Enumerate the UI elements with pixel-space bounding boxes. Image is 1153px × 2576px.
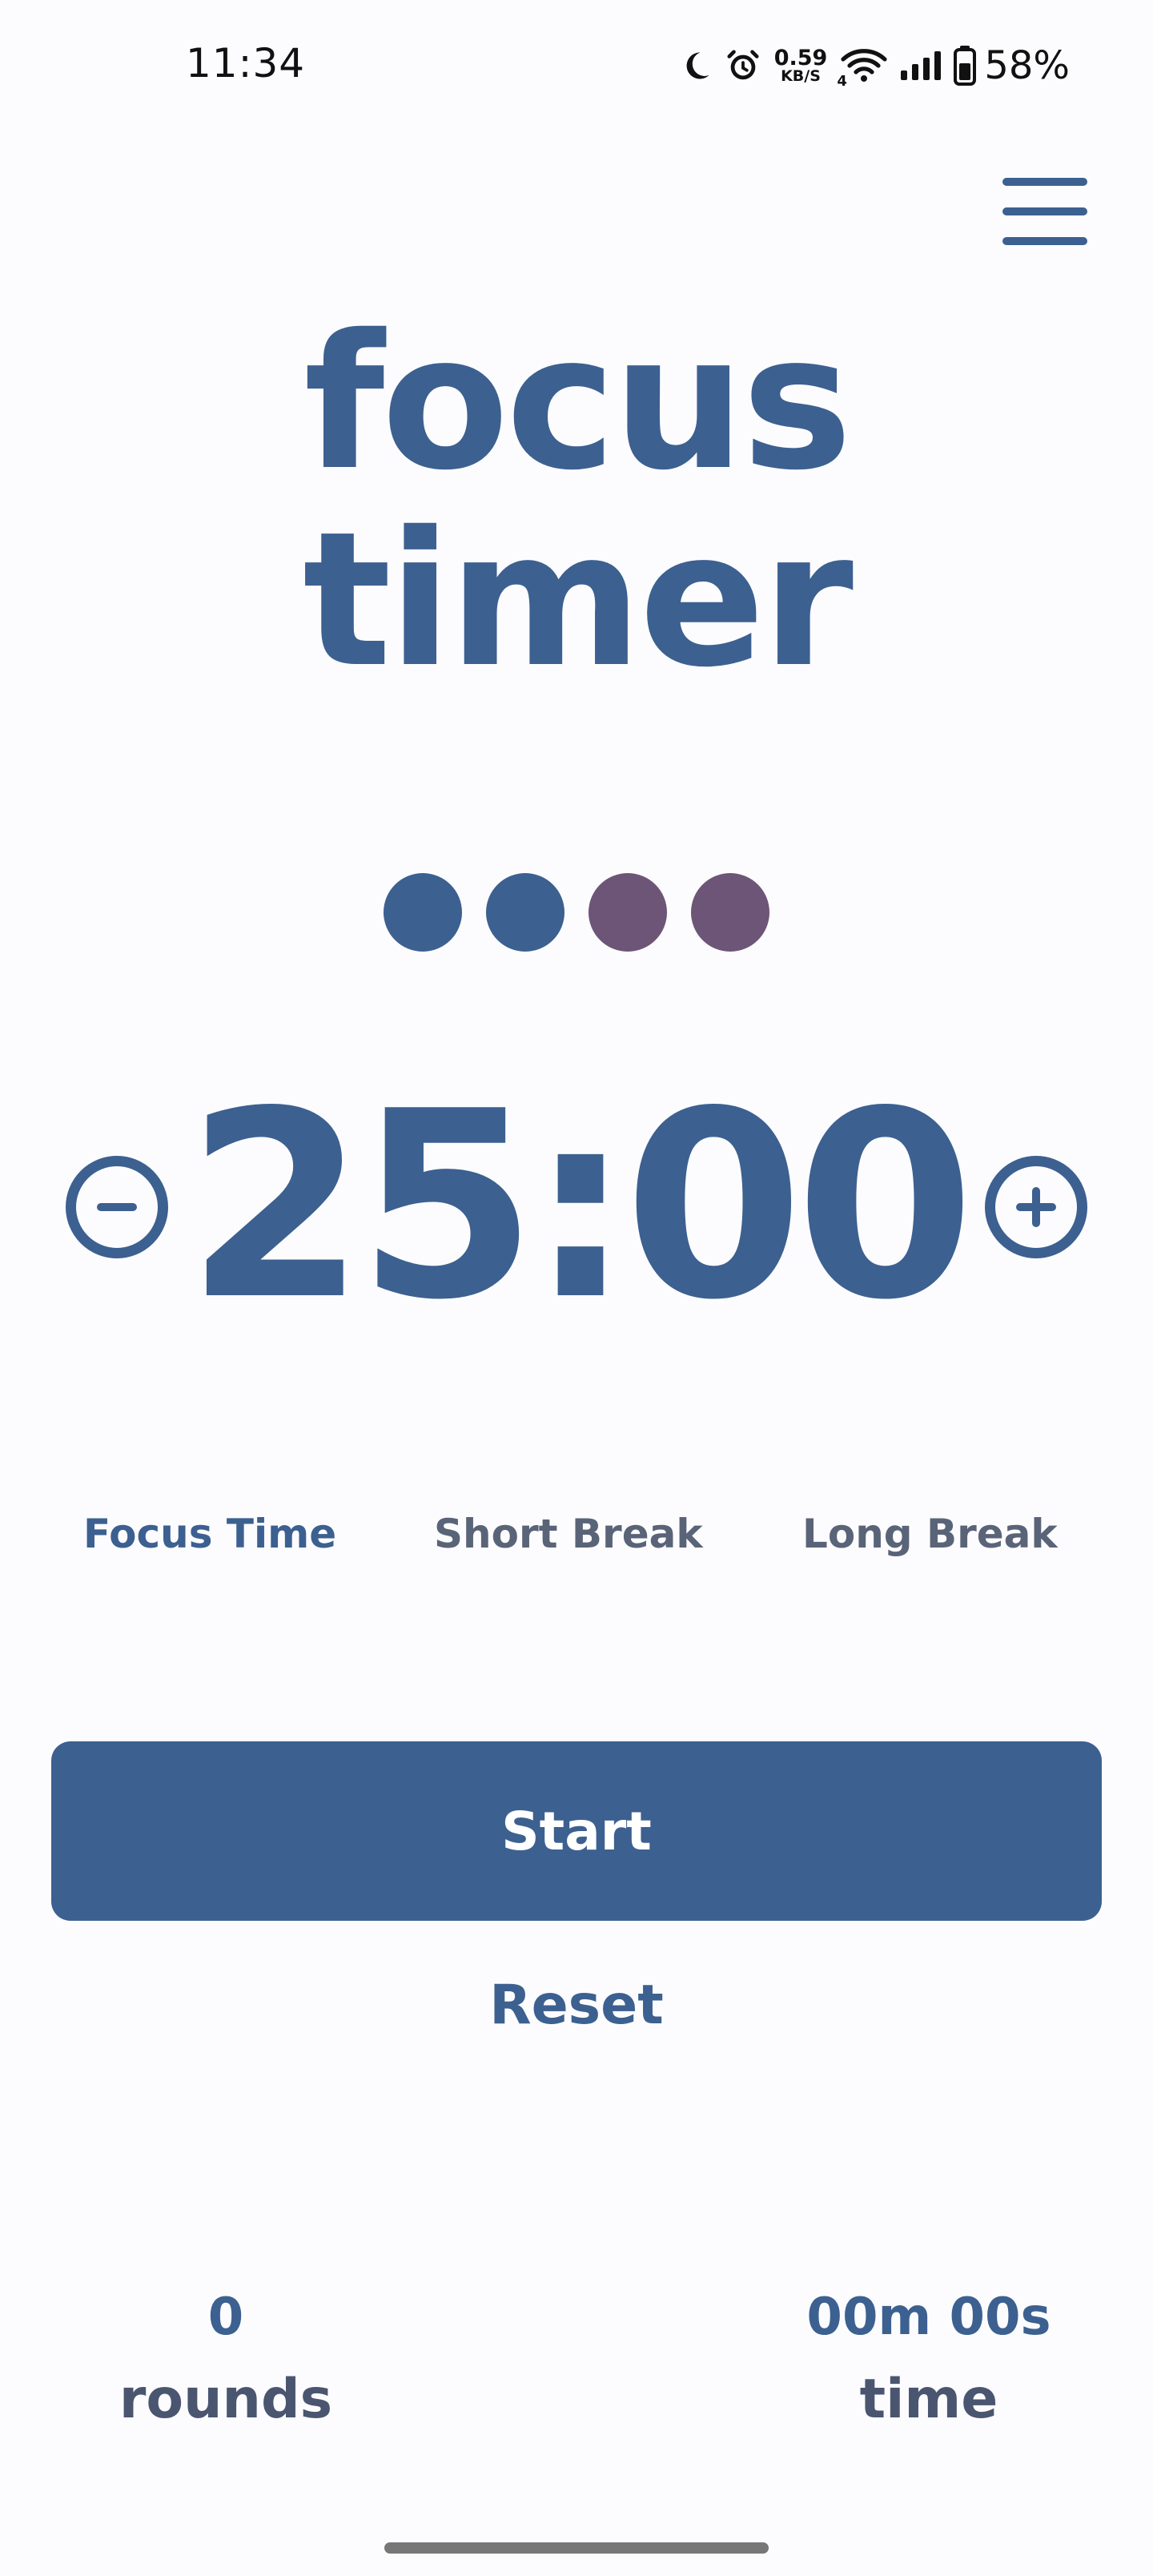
- menu-line: [1002, 178, 1087, 186]
- network-type-label: 4: [837, 73, 847, 90]
- status-bar: 11:34 0.59 KB/S 4 58%: [0, 0, 1153, 136]
- alarm-icon: [725, 47, 761, 84]
- round-dot-remaining: [589, 873, 667, 952]
- wifi-icon: 4: [837, 46, 888, 90]
- rounds-label: rounds: [119, 2368, 333, 2431]
- timer-display: 25:00: [186, 1056, 975, 1356]
- network-speed: 0.59 KB/S: [774, 47, 828, 84]
- start-button[interactable]: Start: [51, 1741, 1102, 1921]
- signal-icon: [899, 50, 942, 82]
- rounds-indicator: [0, 873, 1153, 952]
- reset-button[interactable]: Reset: [416, 1966, 737, 2046]
- elapsed-time: 00m 00s: [806, 2288, 1051, 2347]
- rounds-stat: 0 rounds: [66, 2281, 386, 2446]
- moon-icon: [678, 48, 713, 83]
- round-dot-completed: [486, 873, 564, 952]
- status-icons: 0.59 KB/S 4 58%: [678, 42, 1070, 90]
- battery-percent: 58%: [984, 43, 1070, 88]
- battery-icon: [954, 46, 977, 86]
- time-stat: 00m 00s time: [737, 2281, 1121, 2446]
- app-title-line-1: focus: [303, 295, 852, 511]
- time-label: time: [859, 2368, 998, 2431]
- minus-bar: [97, 1203, 137, 1211]
- tab-long-break[interactable]: Long Break: [802, 1506, 1058, 1562]
- timer-row: 25:00: [0, 1077, 1153, 1350]
- network-speed-unit: KB/S: [781, 67, 821, 85]
- plus-circle-icon[interactable]: [985, 1156, 1087, 1258]
- tab-focus-time[interactable]: Focus Time: [83, 1506, 336, 1562]
- home-indicator[interactable]: [384, 2542, 769, 2554]
- rounds-count: 0: [207, 2288, 244, 2347]
- network-speed-value: 0.59: [773, 46, 828, 70]
- menu-line: [1002, 207, 1087, 215]
- round-dot-completed: [384, 873, 462, 952]
- hamburger-menu-icon[interactable]: [996, 171, 1092, 252]
- minus-circle-icon[interactable]: [66, 1156, 168, 1258]
- plus-bar-vertical: [1032, 1187, 1040, 1227]
- app-title: focus timer: [0, 304, 1153, 698]
- app-title-line-2: timer: [303, 492, 854, 708]
- menu-line: [1002, 237, 1087, 245]
- mode-tabs: Focus Time Short Break Long Break: [0, 1506, 1153, 1562]
- round-dot-remaining: [691, 873, 769, 952]
- status-time: 11:34: [186, 40, 306, 87]
- tab-short-break[interactable]: Short Break: [434, 1506, 703, 1562]
